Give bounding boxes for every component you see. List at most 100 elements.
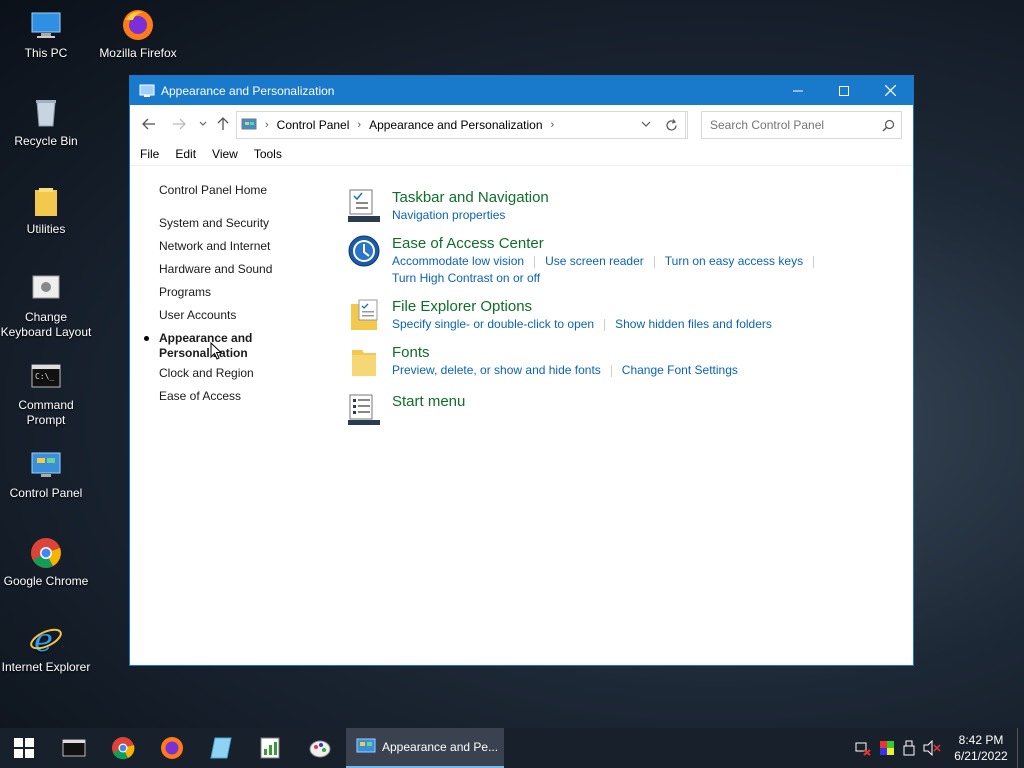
network-icon[interactable] — [855, 740, 871, 756]
chrome-icon — [29, 536, 63, 570]
breadcrumb-appearance[interactable]: Appearance and Personalization — [369, 118, 542, 132]
taskbar-active-label: Appearance and Pe... — [382, 740, 499, 754]
category-title[interactable]: File Explorer Options — [392, 298, 824, 316]
title-bar[interactable]: Appearance and Personalization — [130, 76, 913, 105]
category-start-menu: Start menu — [348, 393, 824, 427]
nav-ease-of-access[interactable]: Ease of Access — [159, 389, 272, 412]
chevron-down-icon — [641, 121, 651, 127]
link-change-font-settings[interactable]: Change Font Settings — [622, 363, 738, 377]
link-turn-high-contrast[interactable]: Turn High Contrast on or off — [392, 271, 540, 285]
nav-programs[interactable]: Programs — [159, 285, 272, 308]
nav-hardware-and-sound[interactable]: Hardware and Sound — [159, 262, 272, 285]
internet-explorer-icon: e — [29, 621, 63, 659]
forward-button[interactable] — [168, 113, 190, 135]
control-panel-icon — [29, 448, 63, 482]
desktop-icon-internet-explorer[interactable]: e Internet Explorer — [0, 621, 92, 675]
menu-edit[interactable]: Edit — [175, 147, 196, 161]
mouse-cursor-icon — [210, 341, 223, 365]
desktop-icon-control-panel[interactable]: Control Panel — [0, 448, 92, 501]
link-use-screen-reader[interactable]: Use screen reader — [545, 254, 644, 268]
back-button[interactable] — [138, 113, 160, 135]
minimize-button[interactable] — [775, 76, 821, 105]
usb-device-icon[interactable] — [903, 740, 915, 756]
breadcrumb-separator-icon[interactable]: › — [265, 119, 269, 131]
menu-file[interactable]: File — [140, 147, 159, 161]
taskbar-spreadsheet[interactable] — [246, 728, 294, 768]
category-taskbar-and-navigation: Taskbar and Navigation Navigation proper… — [348, 189, 824, 235]
link-navigation-properties[interactable]: Navigation properties — [392, 208, 505, 222]
search-icon[interactable] — [882, 119, 895, 132]
desktop-icon-this-pc[interactable]: This PC — [0, 8, 92, 61]
desktop-icon-firefox[interactable]: Mozilla Firefox — [92, 8, 184, 61]
close-icon — [884, 85, 896, 96]
display-color-icon[interactable] — [879, 740, 895, 756]
recent-locations-button[interactable] — [192, 113, 214, 135]
link-show-hidden-files[interactable]: Show hidden files and folders — [615, 317, 772, 331]
address-bar[interactable]: › Control Panel › Appearance and Persona… — [236, 111, 686, 139]
link-separator — [604, 318, 606, 331]
nav-control-panel-home[interactable]: Control Panel Home — [159, 183, 272, 206]
address-dropdown-button[interactable] — [641, 121, 651, 128]
desktop-icon-command-prompt[interactable]: C:\_ Command Prompt — [0, 360, 92, 428]
taskbar-chrome[interactable] — [99, 728, 147, 768]
nav-clock-and-region[interactable]: Clock and Region — [159, 366, 272, 389]
close-button[interactable] — [867, 76, 913, 105]
search-input[interactable] — [708, 117, 882, 133]
paint-icon — [309, 740, 331, 758]
desktop-icon-utilities[interactable]: Utilities — [0, 184, 92, 237]
desktop-icon-label: Change Keyboard Layout — [0, 310, 92, 339]
nav-user-accounts[interactable]: User Accounts — [159, 308, 272, 331]
desktop-icon-label: Google Chrome — [3, 574, 89, 588]
menu-view[interactable]: View — [212, 147, 238, 161]
desktop-icon-google-chrome[interactable]: Google Chrome — [0, 536, 92, 589]
clock-date: 6/21/2022 — [954, 749, 1008, 763]
category-title[interactable]: Taskbar and Navigation — [392, 189, 824, 207]
desktop-icon-recycle-bin[interactable]: Recycle Bin — [0, 96, 92, 149]
menu-tools[interactable]: Tools — [254, 147, 282, 161]
category-title[interactable]: Ease of Access Center — [392, 235, 824, 253]
taskbar-firefox[interactable] — [148, 728, 196, 768]
desktop-icon-label: Command Prompt — [18, 398, 74, 427]
nav-network-and-internet[interactable]: Network and Internet — [159, 239, 272, 262]
taskbar-paint[interactable] — [296, 728, 344, 768]
arrow-left-icon — [142, 118, 155, 130]
breadcrumb-control-panel[interactable]: Control Panel — [277, 118, 350, 132]
desktop-icon-change-keyboard-layout[interactable]: Change Keyboard Layout — [0, 272, 92, 340]
nav-system-and-security[interactable]: System and Security — [159, 216, 272, 239]
svg-text:C:\_: C:\_ — [35, 372, 54, 381]
chevron-down-icon — [199, 121, 207, 126]
windows-logo-icon — [14, 738, 34, 758]
window-title: Appearance and Personalization — [161, 83, 335, 98]
taskbar-command-prompt[interactable] — [50, 728, 98, 768]
taskbar-active-window[interactable]: Appearance and Pe... — [346, 728, 504, 768]
category-title[interactable]: Start menu — [392, 393, 824, 411]
category-title[interactable]: Fonts — [392, 344, 824, 362]
system-tray: 8:42 PM 6/21/2022 — [855, 728, 1024, 768]
minimize-icon — [793, 90, 803, 91]
search-box[interactable] — [701, 111, 902, 139]
notepad-icon — [210, 737, 232, 759]
link-turn-on-easy-access-keys[interactable]: Turn on easy access keys — [665, 254, 803, 268]
link-accommodate-low-vision[interactable]: Accommodate low vision — [392, 254, 524, 268]
desktop-icon-label: Utilities — [26, 222, 66, 236]
monitor-icon — [29, 8, 63, 42]
clock[interactable]: 8:42 PM 6/21/2022 — [945, 732, 1017, 764]
ease-of-access-icon — [348, 235, 380, 267]
refresh-button[interactable] — [656, 111, 688, 139]
link-preview-delete-fonts[interactable]: Preview, delete, or show and hide fonts — [392, 363, 601, 377]
up-button[interactable] — [212, 113, 234, 135]
start-button[interactable] — [0, 728, 48, 768]
show-desktop-button[interactable] — [1017, 728, 1024, 768]
firefox-icon — [121, 8, 155, 42]
link-separator — [813, 255, 815, 268]
breadcrumb-separator-icon[interactable]: › — [551, 119, 555, 131]
menu-bar: File Edit View Tools — [130, 143, 913, 166]
breadcrumb-separator-icon[interactable]: › — [357, 119, 361, 131]
arrow-up-icon — [217, 117, 229, 130]
taskbar-notepad[interactable] — [197, 728, 245, 768]
maximize-button[interactable] — [821, 76, 867, 105]
link-single-double-click[interactable]: Specify single- or double-click to open — [392, 317, 594, 331]
volume-muted-icon[interactable] — [923, 740, 941, 756]
svg-text:e: e — [34, 622, 53, 656]
category-fonts: Fonts Preview, delete, or show and hide … — [348, 344, 824, 393]
